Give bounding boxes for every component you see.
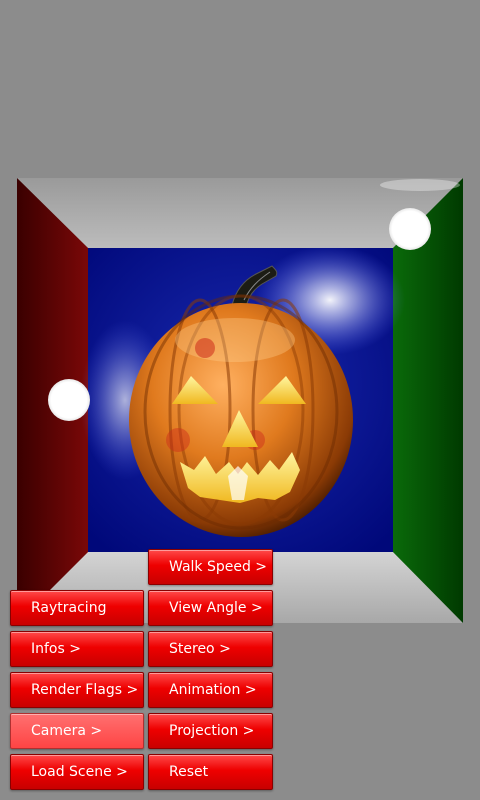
raytracing-button[interactable]: Raytracing xyxy=(10,590,144,626)
reset-button[interactable]: Reset xyxy=(148,754,273,790)
view-angle-button[interactable]: View Angle > xyxy=(148,590,273,626)
light-sphere-left xyxy=(48,379,90,421)
animation-button[interactable]: Animation > xyxy=(148,672,273,708)
load-scene-button[interactable]: Load Scene > xyxy=(10,754,144,790)
ceiling-highlight xyxy=(380,179,460,191)
projection-button[interactable]: Projection > xyxy=(148,713,273,749)
camera-button[interactable]: Camera > xyxy=(10,713,144,749)
stereo-button[interactable]: Stereo > xyxy=(148,631,273,667)
render-flags-button[interactable]: Render Flags > xyxy=(10,672,144,708)
walk-speed-button[interactable]: Walk Speed > xyxy=(148,549,273,585)
infos-button[interactable]: Infos > xyxy=(10,631,144,667)
light-sphere-right xyxy=(389,208,431,250)
